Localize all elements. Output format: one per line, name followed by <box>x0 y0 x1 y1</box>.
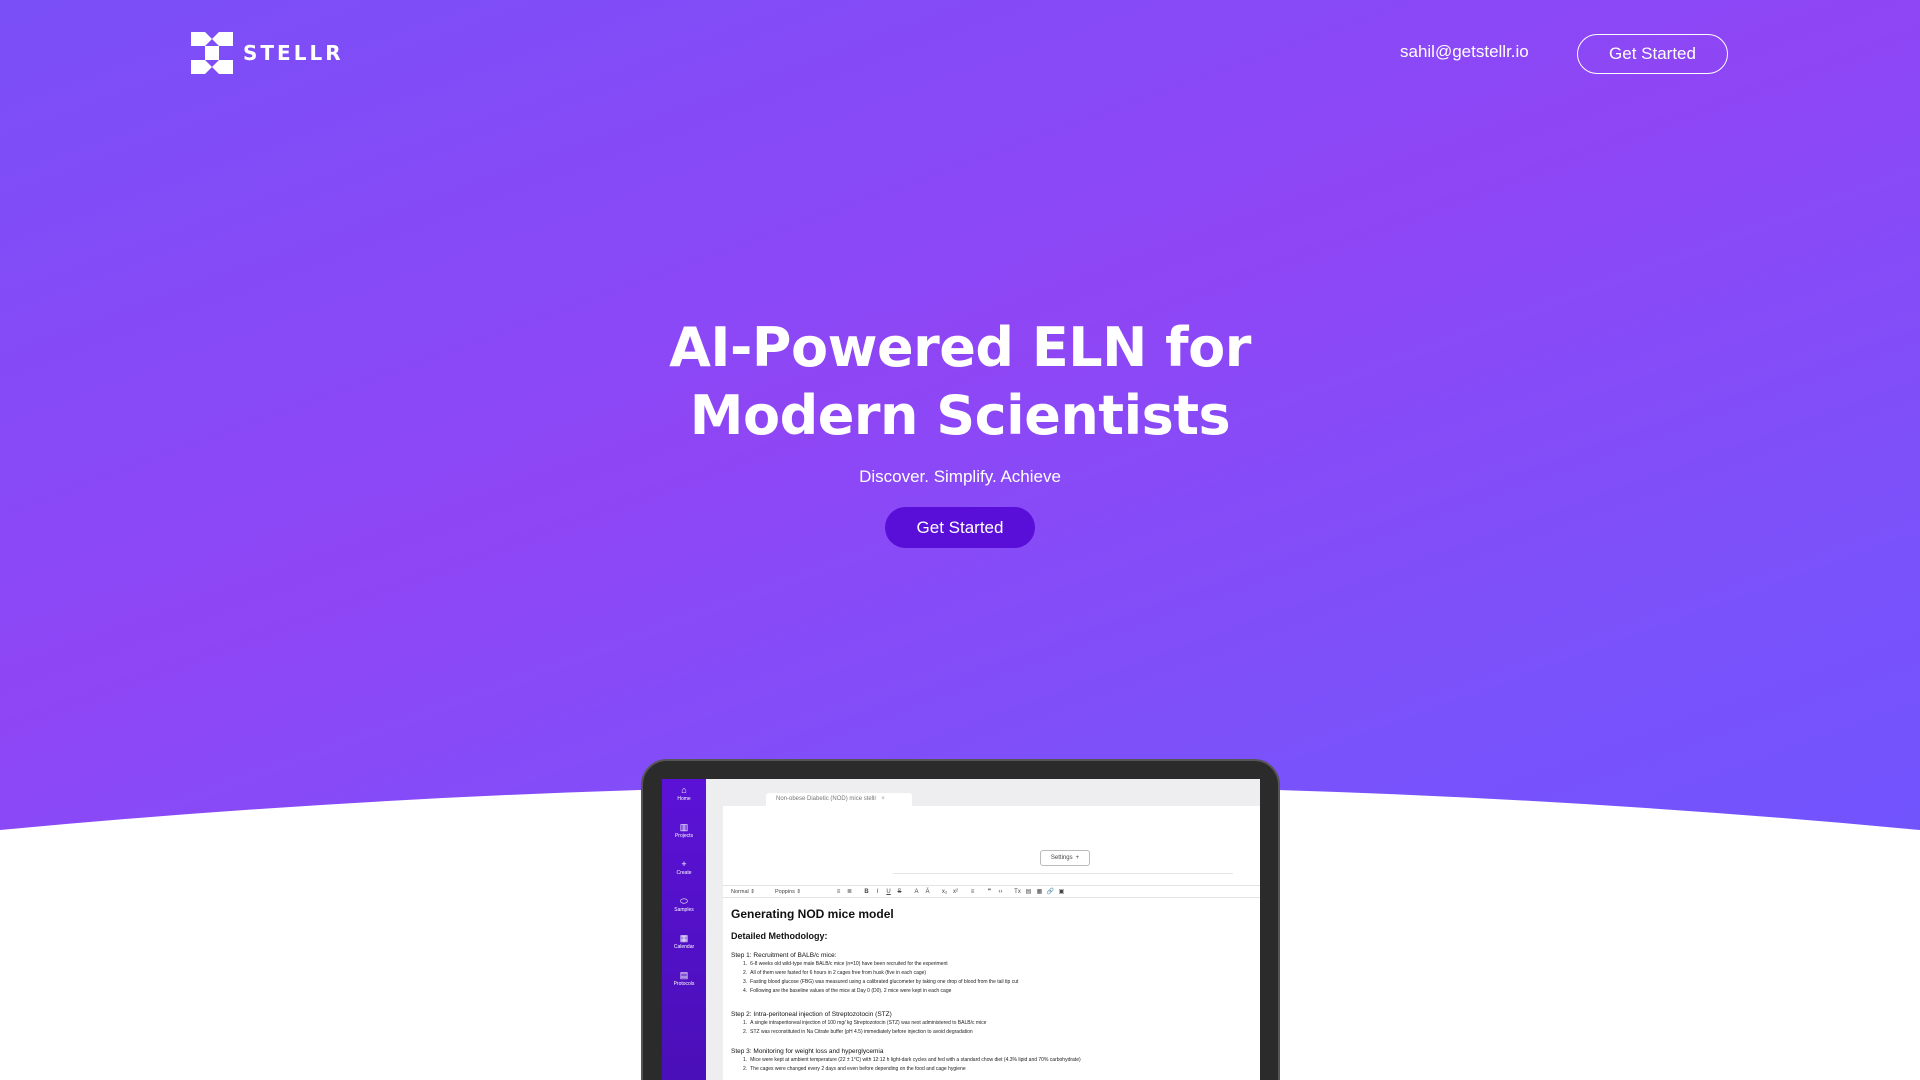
list-item-text: Mice were kept at ambient temperature (2… <box>750 1057 1081 1063</box>
text-color-icon[interactable]: A <box>911 889 922 895</box>
samples-icon: ⬭ <box>680 896 688 906</box>
list-item: 2. The cages were changed every 2 days an… <box>743 1066 966 1072</box>
sidebar-item-calendar[interactable]: ▦ Calendar <box>662 933 706 951</box>
app-main-area: Non-obese Diabetic (NOD) mice stellr × Se… <box>706 779 1260 1080</box>
hero-headline-line2: Modern Scientists <box>689 384 1231 447</box>
grid-icon[interactable]: ▦ <box>1034 888 1045 895</box>
list-item-text: The cages were changed every 2 days and … <box>750 1066 966 1072</box>
paragraph-style-value: Normal <box>731 888 749 895</box>
hero-headline: AI-Powered ELN for Modern Scientists <box>560 314 1360 450</box>
hero-headline-line1: AI-Powered ELN for <box>669 316 1251 379</box>
list-item: 2. STZ was reconstituted in Na Citrate bu… <box>743 1029 973 1035</box>
app-sidebar: ⌂ Home ▥ Projects + Create ⬭ Samples ▦ C… <box>662 779 706 1080</box>
superscript-icon[interactable]: x² <box>950 889 961 895</box>
code-icon[interactable]: ‹› <box>995 889 1006 895</box>
sidebar-item-label: Calendar <box>673 944 695 950</box>
plus-icon: + <box>1075 855 1080 861</box>
projects-icon: ▥ <box>679 822 689 832</box>
sidebar-item-label: Protocols <box>673 981 695 987</box>
sidebar-item-label: Home <box>677 796 691 802</box>
hero-get-started-button[interactable]: Get Started <box>885 507 1035 548</box>
highlight-icon[interactable]: Ä <box>922 889 933 895</box>
list-item-text: Fasting blood glucose (FBG) was measured… <box>750 979 1019 985</box>
align-icon[interactable]: ≡ <box>967 889 978 895</box>
list-item-text: 6-8 weeks old wild-type male BALB/c mice… <box>750 961 948 967</box>
step-list: 1. Mice were kept at ambient temperature … <box>743 1056 1251 1074</box>
settings-button[interactable]: Settings + <box>1040 850 1090 866</box>
clear-format-icon[interactable]: Tx <box>1012 889 1023 895</box>
quote-icon[interactable]: ❞ <box>984 888 995 895</box>
link-icon[interactable]: 🔗 <box>1045 888 1056 895</box>
sidebar-item-create[interactable]: + Create <box>662 859 706 877</box>
bullet-list-icon[interactable]: ≣ <box>844 888 855 895</box>
calendar-icon: ▦ <box>679 933 689 943</box>
sidebar-item-label: Create <box>676 870 692 876</box>
tab-label: Non-obese Diabetic (NOD) mice stellr <box>776 796 877 802</box>
hero-tagline: Discover. Simplify. Achieve <box>859 467 1061 486</box>
font-family-select[interactable]: Poppins ⇕ <box>775 889 833 895</box>
subscript-icon[interactable]: x₂ <box>939 889 950 895</box>
home-icon: ⌂ <box>681 785 687 795</box>
document-body[interactable]: Generating NOD mice model Detailed Metho… <box>731 906 1251 1080</box>
sidebar-item-protocols[interactable]: ▤ Protocols <box>662 970 706 988</box>
sidebar-item-label: Projects <box>674 833 694 839</box>
nav-get-started-button[interactable]: Get Started <box>1577 34 1728 74</box>
step-title: Step 2: Intra-peritoneal injection of St… <box>731 1011 892 1018</box>
list-item-text: All of them were fasted for 6 hours in 2… <box>750 970 927 976</box>
contact-email-link[interactable]: sahil@getstellr.io <box>1400 42 1529 62</box>
close-icon[interactable]: × <box>881 796 885 802</box>
document-title: Generating NOD mice model <box>731 907 894 921</box>
table-icon[interactable]: ▤ <box>1023 888 1034 895</box>
step-list: 1. A single intraperitoneal injection of … <box>743 1019 1251 1037</box>
list-item: 1. Mice were kept at ambient temperature … <box>743 1057 1081 1063</box>
document-subtitle: Detailed Methodology: <box>731 931 828 941</box>
sidebar-item-label: Samples <box>674 907 694 913</box>
step-list: 1. 6-8 weeks old wild-type male BALB/c mi… <box>743 960 1251 996</box>
brand-logo[interactable]: STELLR <box>191 32 344 74</box>
bold-icon[interactable]: B <box>861 889 872 895</box>
step-title: Step 1: Recruitment of BALB/c mice: <box>731 952 837 959</box>
sidebar-item-projects[interactable]: ▥ Projects <box>662 822 706 840</box>
list-item: 4. Following are the baseline values of t… <box>743 988 952 994</box>
list-item-text: Following are the baseline values of the… <box>750 988 952 994</box>
list-item: 1. 6-8 weeks old wild-type male BALB/c mi… <box>743 961 948 967</box>
sidebar-item-samples[interactable]: ⬭ Samples <box>662 896 706 914</box>
list-item-text: A single intraperitoneal injection of 10… <box>750 1020 987 1026</box>
create-icon: + <box>681 859 687 869</box>
editor-toolbar: Normal ⇕ Poppins ⇕ ≡ ≣ B I U S A Ä x₂ x²… <box>723 885 1260 898</box>
divider <box>893 873 1233 874</box>
list-item: 2. All of them were fasted for 6 hours in… <box>743 970 927 976</box>
settings-label: Settings <box>1050 855 1073 861</box>
protocols-icon: ▤ <box>679 970 689 980</box>
stellr-logo-icon <box>191 32 233 74</box>
list-item-text: STZ was reconstituted in Na Citrate buff… <box>750 1029 973 1035</box>
list-item: 3. Fasting blood glucose (FBG) was measur… <box>743 979 1019 985</box>
italic-icon[interactable]: I <box>872 889 883 895</box>
tab-document[interactable]: Non-obese Diabetic (NOD) mice stellr × <box>766 793 912 806</box>
list-item: 1. A single intraperitoneal injection of … <box>743 1020 987 1026</box>
font-family-value: Poppins <box>775 888 795 895</box>
step-title: Step 3: Monitoring for weight loss and h… <box>731 1048 884 1055</box>
underline-icon[interactable]: U <box>883 889 894 895</box>
brand-name: STELLR <box>243 41 344 65</box>
paragraph-style-select[interactable]: Normal ⇕ <box>731 889 775 895</box>
image-icon[interactable]: ▣ <box>1056 888 1067 895</box>
app-screenshot: ⌂ Home ▥ Projects + Create ⬭ Samples ▦ C… <box>662 779 1260 1080</box>
ordered-list-icon[interactable]: ≡ <box>833 889 844 895</box>
strikethrough-icon[interactable]: S <box>894 889 905 895</box>
document-editor: Settings + Normal ⇕ Poppins ⇕ ≡ ≣ B I U … <box>723 806 1260 1080</box>
sidebar-item-home[interactable]: ⌂ Home <box>662 785 706 803</box>
